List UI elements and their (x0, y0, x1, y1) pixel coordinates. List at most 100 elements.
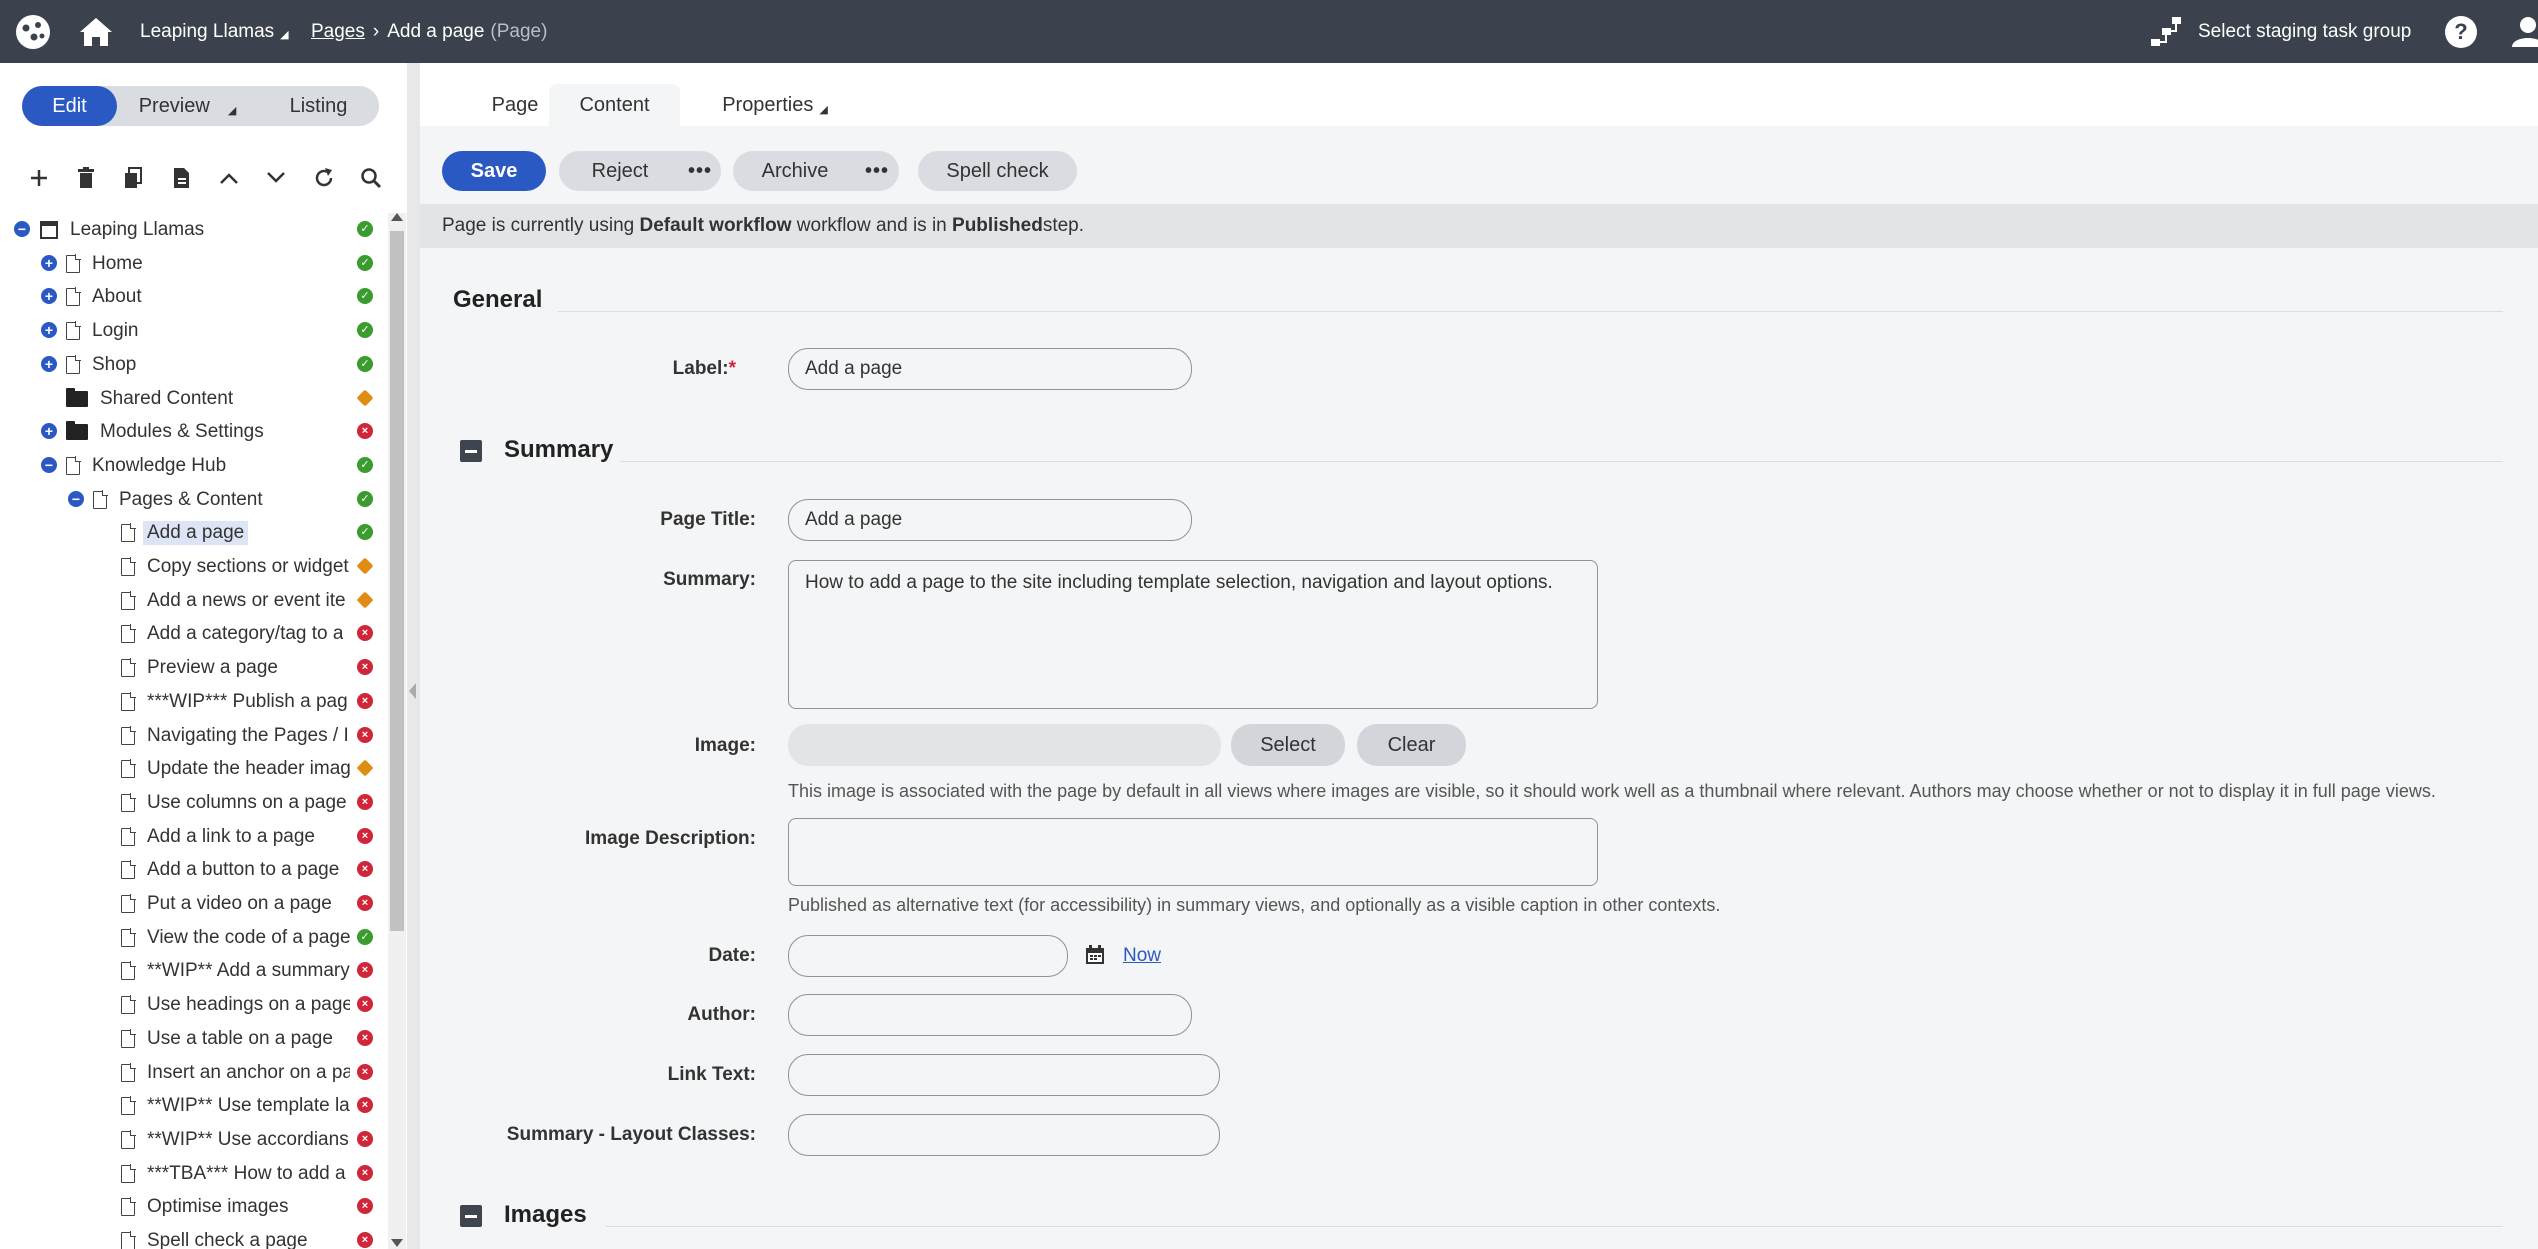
edit-tab[interactable]: Edit (22, 86, 117, 126)
tree-item[interactable]: Pages & Content (93, 483, 263, 516)
reject-button[interactable]: Reject (559, 151, 681, 191)
date-input[interactable] (788, 935, 1068, 977)
page-icon (121, 725, 136, 745)
add-page-icon[interactable] (24, 163, 54, 193)
move-down-icon[interactable] (261, 163, 291, 193)
label-input[interactable]: Add a page (788, 348, 1192, 390)
home-icon[interactable] (78, 0, 114, 63)
summary-collapse-icon[interactable] (460, 440, 482, 462)
summary-textarea[interactable]: How to add a page to the site including … (788, 560, 1598, 709)
status-err-icon: × (357, 996, 373, 1012)
tree-item[interactable]: Modules & Settings (66, 415, 264, 448)
tab-properties[interactable]: Properties ◢ (700, 84, 850, 126)
tree-item[interactable]: Add a button to a page (121, 853, 339, 886)
tree-item[interactable]: Shared Content (66, 382, 233, 415)
tree-item[interactable]: Login (66, 314, 139, 347)
image-select-button[interactable]: Select (1231, 724, 1345, 766)
tree-item[interactable]: Copy sections or widget (121, 550, 349, 583)
page-icon (121, 522, 136, 542)
scroll-up-icon[interactable] (391, 213, 403, 221)
author-input[interactable] (788, 994, 1192, 1036)
status-err-icon: × (357, 1064, 373, 1080)
staging-icon[interactable] (2148, 0, 2184, 63)
expand-icon[interactable]: + (41, 356, 57, 372)
tree-item-label: Add a category/tag to a (147, 622, 344, 644)
expand-icon[interactable]: + (41, 255, 57, 271)
tree-item[interactable]: Insert an anchor on a pa (121, 1056, 350, 1089)
page-icon (121, 623, 136, 643)
archive-button[interactable]: Archive (733, 151, 857, 191)
tree-item[interactable]: Spell check a page (121, 1224, 308, 1249)
collapse-root-icon[interactable]: − (14, 221, 30, 237)
user-icon[interactable] (2510, 0, 2538, 63)
tree-item-label: Knowledge Hub (92, 454, 227, 476)
tree-item[interactable]: **WIP** Add a summary (121, 954, 350, 987)
duplicate-icon[interactable] (166, 163, 196, 193)
tree-item[interactable]: Add a page (121, 516, 249, 549)
site-selector[interactable]: Leaping Llamas ◢ (140, 0, 289, 63)
properties-caret-icon: ◢ (819, 103, 828, 116)
tree-scrollbar[interactable] (388, 213, 406, 1249)
refresh-icon[interactable] (309, 163, 339, 193)
tree-item[interactable]: Add a news or event ite (121, 584, 346, 617)
page-icon (121, 657, 136, 677)
panel-splitter[interactable] (407, 63, 420, 1249)
copy-icon[interactable] (118, 163, 148, 193)
tree-item[interactable]: Knowledge Hub (66, 449, 226, 482)
move-up-icon[interactable] (214, 163, 244, 193)
tree-item[interactable]: Use columns on a page (121, 786, 347, 819)
layout-classes-input[interactable] (788, 1114, 1220, 1156)
expand-icon[interactable]: + (41, 322, 57, 338)
tree-item[interactable]: Preview a page (121, 651, 278, 684)
tree-item[interactable]: Navigating the Pages / I (121, 719, 349, 752)
image-clear-button[interactable]: Clear (1357, 724, 1466, 766)
tree-item-label: Put a video on a page (147, 892, 332, 914)
scrollbar-thumb[interactable] (390, 231, 404, 931)
tree-item[interactable]: **WIP** Use template la (121, 1089, 350, 1122)
archive-more-button[interactable]: ••• (855, 151, 899, 191)
tree-item[interactable]: View the code of a page (121, 921, 350, 954)
page-title-input[interactable]: Add a page (788, 499, 1192, 541)
page-icon (121, 1163, 136, 1183)
tree-item[interactable]: About (66, 280, 142, 313)
tree-item[interactable]: **WIP** Use accordians (121, 1123, 349, 1156)
logo-icon[interactable] (14, 0, 52, 63)
preview-tab[interactable]: Preview ◢ (120, 86, 255, 126)
search-icon[interactable] (356, 163, 386, 193)
link-text-input[interactable] (788, 1054, 1220, 1096)
tree-item[interactable]: Use headings on a page (121, 988, 350, 1021)
image-input[interactable] (788, 724, 1221, 766)
tree-item[interactable]: Put a video on a page (121, 887, 332, 920)
date-now-link[interactable]: Now (1123, 945, 1161, 967)
image-description-textarea[interactable] (788, 818, 1598, 886)
tree-item-root[interactable]: Leaping Llamas (40, 213, 204, 246)
staging-task-group-selector[interactable]: Select staging task group (2198, 0, 2411, 63)
tree-item[interactable]: Add a category/tag to a (121, 617, 343, 650)
listing-tab[interactable]: Listing (258, 86, 379, 126)
calendar-icon[interactable] (1085, 945, 1105, 971)
tree-item[interactable]: ***WIP*** Publish a pag (121, 685, 348, 718)
scroll-down-icon[interactable] (391, 1239, 403, 1247)
delete-icon[interactable] (71, 163, 101, 193)
expand-icon[interactable]: + (41, 423, 57, 439)
page-icon (121, 758, 136, 778)
tree-item[interactable]: Shop (66, 348, 136, 381)
collapse-icon[interactable]: − (68, 491, 84, 507)
tree-item[interactable]: Optimise images (121, 1190, 289, 1223)
tree-item[interactable]: Use a table on a page (121, 1022, 333, 1055)
collapse-icon[interactable]: − (41, 457, 57, 473)
reject-more-button[interactable]: ••• (679, 151, 721, 191)
save-button[interactable]: Save (442, 151, 546, 191)
spell-check-button[interactable]: Spell check (918, 151, 1077, 191)
tree-item-label: Home (92, 252, 143, 274)
tab-content[interactable]: Content (549, 84, 680, 126)
breadcrumb-pages-link[interactable]: Pages (311, 21, 365, 43)
tree-item[interactable]: Home (66, 247, 143, 280)
tree-item[interactable]: Update the header imag (121, 752, 350, 785)
tree-item[interactable]: ***TBA*** How to add a (121, 1157, 346, 1190)
help-button[interactable]: ? (2445, 0, 2477, 63)
tree-item[interactable]: Add a link to a page (121, 820, 315, 853)
images-collapse-icon[interactable] (460, 1205, 482, 1227)
splitter-collapse-icon[interactable] (409, 683, 416, 699)
expand-icon[interactable]: + (41, 288, 57, 304)
